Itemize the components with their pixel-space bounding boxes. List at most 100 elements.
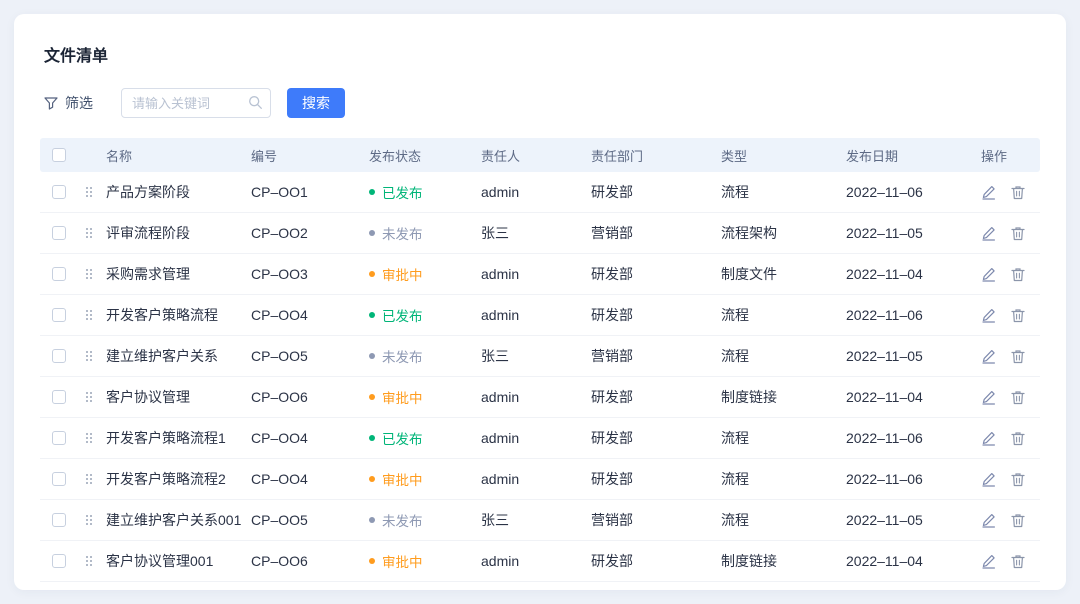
col-header-code: 编号 — [251, 146, 369, 165]
search-button[interactable]: 搜索 — [287, 88, 345, 118]
owner-cell: 张三 — [481, 510, 591, 530]
edit-button[interactable] — [981, 267, 996, 282]
drag-handle-icon[interactable] — [86, 310, 88, 312]
edit-button[interactable] — [981, 349, 996, 364]
date-cell: 2022–11–04 — [846, 389, 981, 405]
owner-cell: 张三 — [481, 223, 591, 243]
edit-button[interactable] — [981, 554, 996, 569]
table-row: 建立维护客户关系 CP–OO5 未发布 张三 营销部 流程 2022–11–05 — [40, 336, 1040, 377]
row-checkbox[interactable] — [52, 226, 66, 240]
drag-handle-icon[interactable] — [86, 187, 88, 189]
delete-button[interactable] — [1011, 185, 1025, 200]
drag-handle-icon[interactable] — [86, 515, 88, 517]
status-dot — [369, 435, 375, 441]
table-row: 建立维护客户关系001 CP–OO5 未发布 张三 营销部 流程 2022–11… — [40, 500, 1040, 541]
dept-cell: 研发部 — [591, 305, 721, 325]
name-cell: 采购需求管理 — [106, 264, 251, 284]
date-cell: 2022–11–05 — [846, 348, 981, 364]
file-table: 名称 编号 发布状态 责任人 责任部门 类型 发布日期 操作 产品方案阶段 CP… — [40, 138, 1040, 582]
delete-button[interactable] — [1011, 349, 1025, 364]
status-label: 审批中 — [382, 551, 423, 571]
table-row: 产品方案阶段 CP–OO1 已发布 admin 研发部 流程 2022–11–0… — [40, 172, 1040, 213]
delete-button[interactable] — [1011, 267, 1025, 282]
status-label: 未发布 — [382, 223, 423, 243]
status-cell: 审批中 — [369, 469, 481, 489]
edit-button[interactable] — [981, 226, 996, 241]
owner-cell: admin — [481, 553, 591, 569]
edit-button[interactable] — [981, 513, 996, 528]
drag-handle-icon[interactable] — [86, 474, 88, 476]
row-checkbox[interactable] — [52, 554, 66, 568]
name-cell: 建立维护客户关系 — [106, 346, 251, 366]
dept-cell: 营销部 — [591, 223, 721, 243]
date-cell: 2022–11–05 — [846, 225, 981, 241]
search-input[interactable] — [121, 88, 271, 118]
status-label: 审批中 — [382, 264, 423, 284]
row-checkbox[interactable] — [52, 472, 66, 486]
status-cell: 已发布 — [369, 182, 481, 202]
owner-cell: admin — [481, 471, 591, 487]
status-cell: 审批中 — [369, 264, 481, 284]
actions-cell — [981, 185, 1040, 200]
row-checkbox[interactable] — [52, 349, 66, 363]
select-all-checkbox[interactable] — [52, 148, 66, 162]
delete-button[interactable] — [1011, 472, 1025, 487]
row-checkbox[interactable] — [52, 185, 66, 199]
row-checkbox[interactable] — [52, 267, 66, 281]
drag-handle-icon[interactable] — [86, 351, 88, 353]
row-checkbox[interactable] — [52, 513, 66, 527]
actions-cell — [981, 308, 1040, 323]
dept-cell: 研发部 — [591, 264, 721, 284]
filter-button[interactable]: 筛选 — [44, 93, 93, 113]
status-label: 已发布 — [382, 305, 423, 325]
type-cell: 制度链接 — [721, 387, 846, 407]
drag-handle-icon[interactable] — [86, 433, 88, 435]
code-cell: CP–OO2 — [251, 225, 369, 241]
status-label: 已发布 — [382, 182, 423, 202]
name-cell: 评审流程阶段 — [106, 223, 251, 243]
drag-handle-icon[interactable] — [86, 556, 88, 558]
col-header-actions: 操作 — [981, 146, 1040, 165]
type-cell: 流程 — [721, 305, 846, 325]
date-cell: 2022–11–05 — [846, 512, 981, 528]
delete-button[interactable] — [1011, 308, 1025, 323]
delete-button[interactable] — [1011, 431, 1025, 446]
row-checkbox[interactable] — [52, 390, 66, 404]
code-cell: CP–OO5 — [251, 512, 369, 528]
drag-handle-icon[interactable] — [86, 392, 88, 394]
dept-cell: 研发部 — [591, 551, 721, 571]
delete-button[interactable] — [1011, 226, 1025, 241]
code-cell: CP–OO4 — [251, 471, 369, 487]
dept-cell: 研发部 — [591, 182, 721, 202]
status-label: 未发布 — [382, 346, 423, 366]
col-header-date: 发布日期 — [846, 146, 981, 165]
name-cell: 客户协议管理001 — [106, 551, 251, 571]
edit-button[interactable] — [981, 185, 996, 200]
row-checkbox[interactable] — [52, 308, 66, 322]
edit-button[interactable] — [981, 431, 996, 446]
edit-button[interactable] — [981, 390, 996, 405]
drag-handle-icon[interactable] — [86, 228, 88, 230]
actions-cell — [981, 390, 1040, 405]
actions-cell — [981, 267, 1040, 282]
actions-cell — [981, 554, 1040, 569]
delete-button[interactable] — [1011, 513, 1025, 528]
date-cell: 2022–11–06 — [846, 184, 981, 200]
table-row: 评审流程阶段 CP–OO2 未发布 张三 营销部 流程架构 2022–11–05 — [40, 213, 1040, 254]
type-cell: 流程架构 — [721, 223, 846, 243]
status-cell: 未发布 — [369, 510, 481, 530]
delete-button[interactable] — [1011, 554, 1025, 569]
type-cell: 流程 — [721, 182, 846, 202]
status-cell: 已发布 — [369, 428, 481, 448]
drag-handle-icon[interactable] — [86, 269, 88, 271]
type-cell: 制度链接 — [721, 551, 846, 571]
code-cell: CP–OO4 — [251, 307, 369, 323]
edit-button[interactable] — [981, 472, 996, 487]
dept-cell: 研发部 — [591, 428, 721, 448]
date-cell: 2022–11–06 — [846, 471, 981, 487]
delete-button[interactable] — [1011, 390, 1025, 405]
status-cell: 未发布 — [369, 223, 481, 243]
row-checkbox[interactable] — [52, 431, 66, 445]
owner-cell: admin — [481, 307, 591, 323]
edit-button[interactable] — [981, 308, 996, 323]
